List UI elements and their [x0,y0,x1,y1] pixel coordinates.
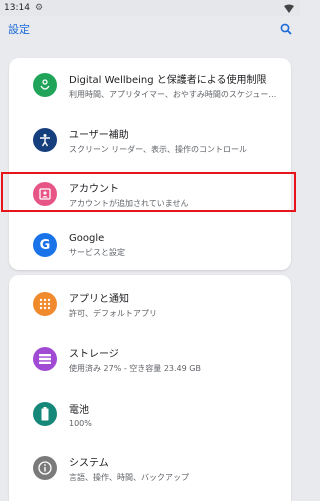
search-icon[interactable] [280,23,292,35]
battery-icon [33,402,57,426]
settings-item-digital-wellbeing[interactable]: Digital Wellbeing と保護者による使用制限 利用時間、アプリタイ… [9,60,291,110]
app-bar: 設定 [0,16,300,42]
heart-person-icon [33,73,57,97]
settings-item-title: システム [69,457,109,469]
google-g-icon: G [33,233,57,257]
settings-card-2: アプリと通知 許可、デフォルトアプリ ストレージ 使用済み 27% - 空き容量… [9,275,291,501]
highlight-box [1,172,296,212]
status-bar: 13:14 ⚙ [0,0,300,16]
settings-item-google[interactable]: G Google サービスと設定 [9,220,291,270]
settings-item-subtitle: 利用時間、アプリタイマー、おやすみ時間のスケジュー… [69,89,277,99]
wifi-icon [284,4,294,13]
settings-item-title: Digital Wellbeing と保護者による使用制限 [69,74,267,86]
settings-item-subtitle: サービスと設定 [69,247,125,257]
settings-item-storage[interactable]: ストレージ 使用済み 27% - 空き容量 23.49 GB [9,334,291,384]
page-title: 設定 [8,23,30,36]
settings-item-title: Google [69,232,105,244]
status-time: 13:14 [4,3,30,13]
settings-item-subtitle: 100% [69,418,92,428]
settings-item-title: アプリと通知 [69,293,129,305]
settings-item-title: ユーザー補助 [69,129,129,141]
apps-grid-icon [33,292,57,316]
settings-item-subtitle: 使用済み 27% - 空き容量 23.49 GB [69,363,201,373]
settings-item-accessibility[interactable]: ユーザー補助 スクリーン リーダー、表示、操作のコントロール [9,115,291,165]
settings-item-battery[interactable]: 電池 100% [9,389,291,439]
settings-item-title: ストレージ [69,348,119,360]
settings-item-subtitle: スクリーン リーダー、表示、操作のコントロール [69,144,248,154]
settings-item-subtitle: 許可、デフォルトアプリ [69,308,157,318]
settings-item-subtitle: 言語、操作、時間、バックアップ [69,472,189,482]
storage-icon [33,347,57,371]
settings-item-system[interactable]: システム 言語、操作、時間、バックアップ [9,443,291,493]
settings-card-1: Digital Wellbeing と保護者による使用制限 利用時間、アプリタイ… [9,58,291,270]
accessibility-icon [33,128,57,152]
settings-item-apps-notifications[interactable]: アプリと通知 許可、デフォルトアプリ [9,279,291,329]
gear-icon: ⚙ [34,3,44,13]
settings-item-title: 電池 [69,404,89,416]
info-icon [33,456,57,480]
